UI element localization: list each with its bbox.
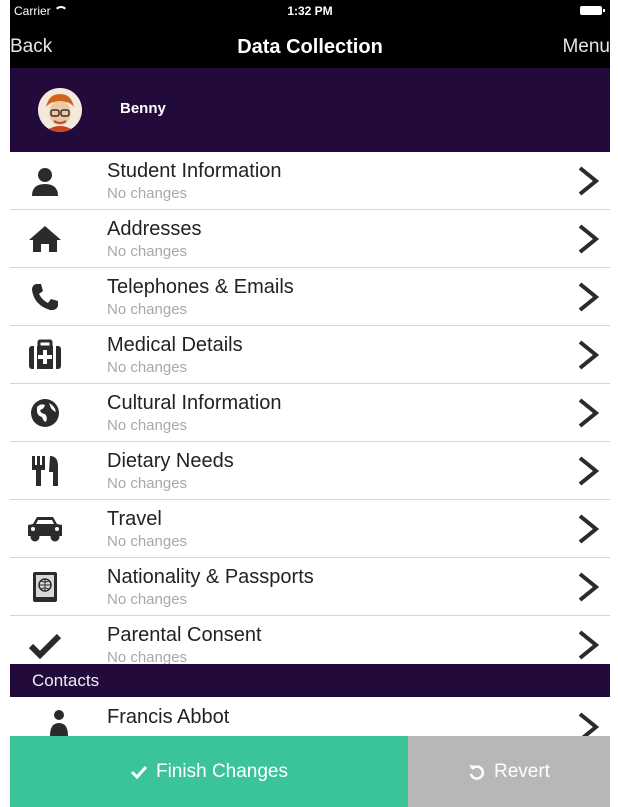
finish-changes-button[interactable]: Finish Changes	[10, 736, 408, 807]
phone-icon	[24, 278, 66, 316]
contact-name: Francis Abbot	[107, 706, 230, 728]
avatar	[38, 88, 82, 132]
status-time: 1:32 PM	[287, 4, 333, 18]
page-title: Data Collection	[237, 36, 383, 58]
globe-icon	[24, 394, 66, 432]
section-list: Student Information No changes Addresses…	[10, 152, 610, 674]
row-title: Nationality & Passports	[107, 566, 314, 588]
list-item-cultural-information[interactable]: Cultural Information No changes	[10, 384, 610, 442]
chevron-right-icon	[578, 340, 600, 370]
row-title: Cultural Information	[107, 392, 282, 414]
profile-name: Benny	[120, 100, 166, 117]
undo-icon	[468, 763, 486, 781]
list-item-nationality-passports[interactable]: Nationality & Passports No changes	[10, 558, 610, 616]
chevron-right-icon	[578, 456, 600, 486]
row-title: Travel	[107, 508, 162, 530]
chevron-right-icon	[578, 514, 600, 544]
contacts-section-header: Contacts	[10, 664, 610, 697]
finish-changes-label: Finish Changes	[155, 760, 289, 782]
row-title: Addresses	[107, 218, 202, 240]
status-bar: Carrier 1:32 PM	[10, 0, 610, 22]
nav-bar: Back Data Collection Menu	[10, 22, 610, 68]
contact-item-francis-abbot[interactable]: Francis Abbot	[10, 697, 610, 742]
row-title: Parental Consent	[107, 624, 262, 646]
row-subtitle: No changes	[107, 359, 188, 376]
revert-label: Revert	[494, 760, 550, 782]
row-subtitle: No changes	[107, 243, 188, 260]
revert-button[interactable]: Revert	[408, 736, 610, 807]
chevron-right-icon	[578, 224, 600, 254]
chevron-right-icon	[578, 630, 600, 660]
row-subtitle: No changes	[107, 417, 188, 434]
fork-knife-icon	[24, 452, 66, 490]
row-subtitle: No changes	[107, 533, 188, 550]
app-screen: Carrier 1:32 PM Back Data Collection Men…	[10, 0, 610, 807]
battery-icon	[580, 6, 605, 15]
list-item-dietary-needs[interactable]: Dietary Needs No changes	[10, 442, 610, 500]
chevron-right-icon	[578, 398, 600, 428]
chevron-right-icon	[578, 572, 600, 602]
row-subtitle: No changes	[107, 475, 188, 492]
checkmark-icon	[130, 765, 148, 779]
chevron-right-icon	[578, 282, 600, 312]
footer-actions: Finish Changes Revert	[10, 736, 610, 807]
list-item-student-information[interactable]: Student Information No changes	[10, 152, 610, 210]
person-icon	[24, 162, 66, 200]
row-title: Student Information	[107, 160, 282, 182]
passport-icon	[24, 568, 66, 606]
row-title: Dietary Needs	[107, 450, 234, 472]
chevron-right-icon	[578, 166, 600, 196]
person-icon	[50, 710, 68, 736]
list-item-travel[interactable]: Travel No changes	[10, 500, 610, 558]
row-subtitle: No changes	[107, 185, 188, 202]
profile-header: Benny	[10, 68, 610, 152]
section-header-label: Contacts	[32, 671, 100, 690]
row-title: Telephones & Emails	[107, 276, 294, 298]
list-item-telephones-emails[interactable]: Telephones & Emails No changes	[10, 268, 610, 326]
menu-button[interactable]: Menu	[562, 36, 610, 58]
home-icon	[24, 220, 66, 258]
row-subtitle: No changes	[107, 301, 188, 318]
checkmark-icon	[24, 626, 66, 664]
row-title: Medical Details	[107, 334, 243, 356]
row-subtitle: No changes	[107, 591, 188, 608]
list-item-addresses[interactable]: Addresses No changes	[10, 210, 610, 268]
car-icon	[24, 510, 66, 548]
medical-kit-icon	[24, 336, 66, 374]
list-item-medical-details[interactable]: Medical Details No changes	[10, 326, 610, 384]
